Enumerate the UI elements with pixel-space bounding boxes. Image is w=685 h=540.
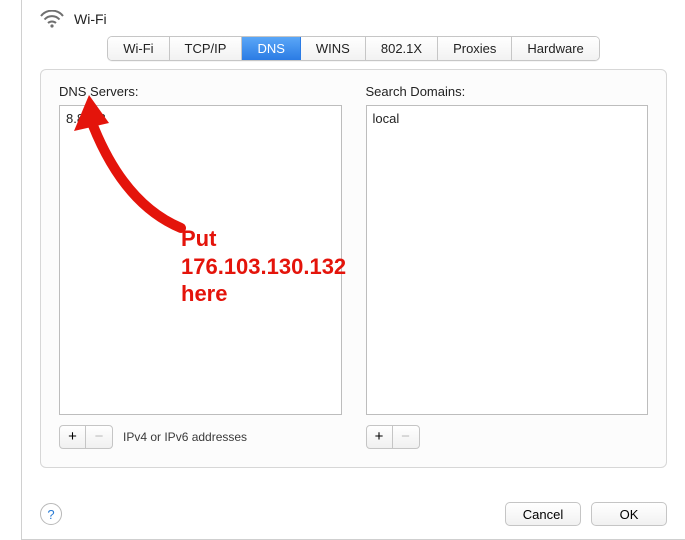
search-domains-column: Search Domains: local + − bbox=[366, 84, 649, 449]
tab-tcpip[interactable]: TCP/IP bbox=[170, 37, 243, 60]
search-domains-controls: + − bbox=[366, 425, 649, 449]
tab-bar: Wi-Fi TCP/IP DNS WINS 802.1X Proxies Har… bbox=[22, 36, 685, 61]
dialog-footer: ? Cancel OK bbox=[22, 488, 685, 539]
prefs-window: Wi-Fi Wi-Fi TCP/IP DNS WINS 802.1X Proxi… bbox=[0, 0, 685, 540]
dns-servers-hint: IPv4 or IPv6 addresses bbox=[123, 430, 247, 444]
tab-hardware[interactable]: Hardware bbox=[512, 37, 598, 60]
tab-proxies[interactable]: Proxies bbox=[438, 37, 512, 60]
dns-servers-column: DNS Servers: 8.8.8.8 + − IPv4 or IPv6 ad… bbox=[59, 84, 342, 449]
search-domain-entry[interactable]: local bbox=[373, 110, 642, 127]
dns-servers-pm: + − bbox=[59, 425, 113, 449]
dns-servers-controls: + − IPv4 or IPv6 addresses bbox=[59, 425, 342, 449]
pane-title: Wi-Fi bbox=[74, 11, 107, 27]
remove-dns-server-button[interactable]: − bbox=[86, 426, 112, 448]
network-advanced-pane: Wi-Fi Wi-Fi TCP/IP DNS WINS 802.1X Proxi… bbox=[21, 0, 685, 540]
add-dns-server-button[interactable]: + bbox=[60, 426, 86, 448]
wifi-icon bbox=[40, 10, 64, 28]
search-domains-list[interactable]: local bbox=[366, 105, 649, 415]
dns-servers-list[interactable]: 8.8.8.8 bbox=[59, 105, 342, 415]
tab-segmented-control: Wi-Fi TCP/IP DNS WINS 802.1X Proxies Har… bbox=[107, 36, 600, 61]
pane-header: Wi-Fi bbox=[22, 0, 685, 36]
tab-wins[interactable]: WINS bbox=[301, 37, 366, 60]
search-domains-pm: + − bbox=[366, 425, 420, 449]
add-search-domain-button[interactable]: + bbox=[367, 426, 393, 448]
tab-dns[interactable]: DNS bbox=[242, 37, 300, 60]
tab-wifi[interactable]: Wi-Fi bbox=[108, 37, 169, 60]
search-domains-label: Search Domains: bbox=[366, 84, 649, 99]
dns-group: DNS Servers: 8.8.8.8 + − IPv4 or IPv6 ad… bbox=[40, 69, 667, 468]
ok-button[interactable]: OK bbox=[591, 502, 667, 526]
remove-search-domain-button[interactable]: − bbox=[393, 426, 419, 448]
dns-servers-label: DNS Servers: bbox=[59, 84, 342, 99]
dns-columns: DNS Servers: 8.8.8.8 + − IPv4 or IPv6 ad… bbox=[59, 84, 648, 449]
cancel-button[interactable]: Cancel bbox=[505, 502, 581, 526]
dns-server-entry[interactable]: 8.8.8.8 bbox=[66, 110, 335, 127]
help-button[interactable]: ? bbox=[40, 503, 62, 525]
tab-8021x[interactable]: 802.1X bbox=[366, 37, 438, 60]
